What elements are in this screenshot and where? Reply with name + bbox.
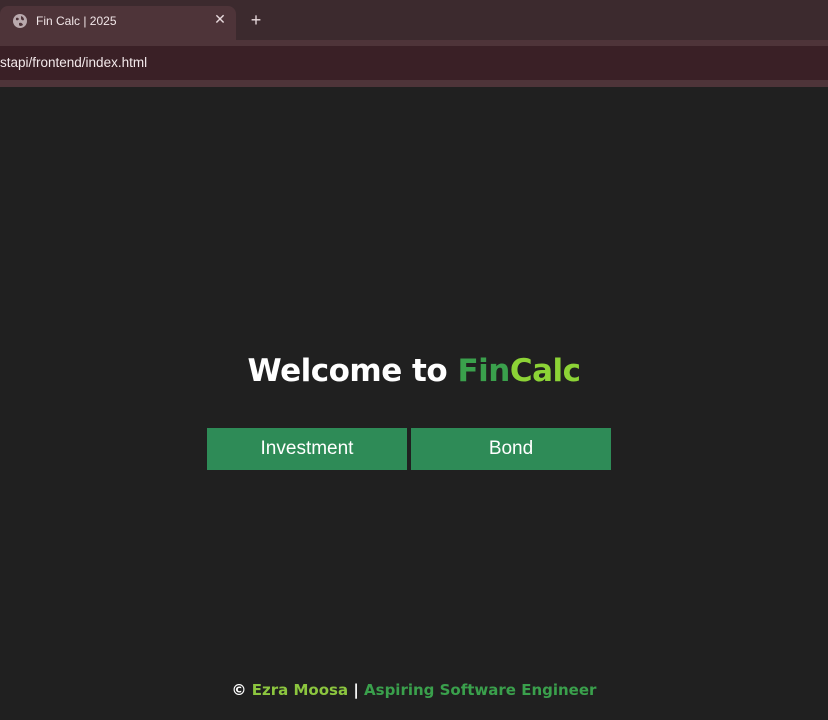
tab-title: Fin Calc | 2025 — [36, 14, 117, 28]
brand-name-calc: Calc — [509, 353, 581, 389]
browser-tab-strip: Fin Calc | 2025 ✕ + — [0, 0, 828, 40]
new-tab-button[interactable]: + — [246, 10, 266, 30]
copyright-text: © — [231, 681, 252, 699]
page-content: Welcome to FinCalc Investment Bond © Ezr… — [0, 87, 828, 720]
close-icon[interactable]: ✕ — [212, 11, 228, 27]
globe-icon — [12, 13, 28, 29]
browser-tab[interactable]: Fin Calc | 2025 ✕ — [0, 6, 236, 40]
author-role: Aspiring Software Engineer — [364, 681, 597, 699]
investment-button[interactable]: Investment — [207, 428, 407, 470]
bond-button[interactable]: Bond — [411, 428, 611, 470]
toolbar-divider — [0, 80, 828, 87]
calculator-buttons: Investment Bond — [207, 428, 611, 470]
footer: © Ezra Moosa | Aspiring Software Enginee… — [0, 681, 828, 699]
page-title: Welcome to FinCalc — [0, 353, 828, 389]
address-bar[interactable]: stapi/frontend/index.html — [0, 46, 828, 80]
browser-toolbar: stapi/frontend/index.html — [0, 40, 828, 87]
url-text: stapi/frontend/index.html — [0, 55, 148, 70]
author-name: Ezra Moosa — [251, 681, 349, 699]
brand-name-fin: Fin — [457, 353, 510, 389]
welcome-text: Welcome to — [247, 353, 458, 389]
footer-separator: | — [348, 681, 365, 699]
